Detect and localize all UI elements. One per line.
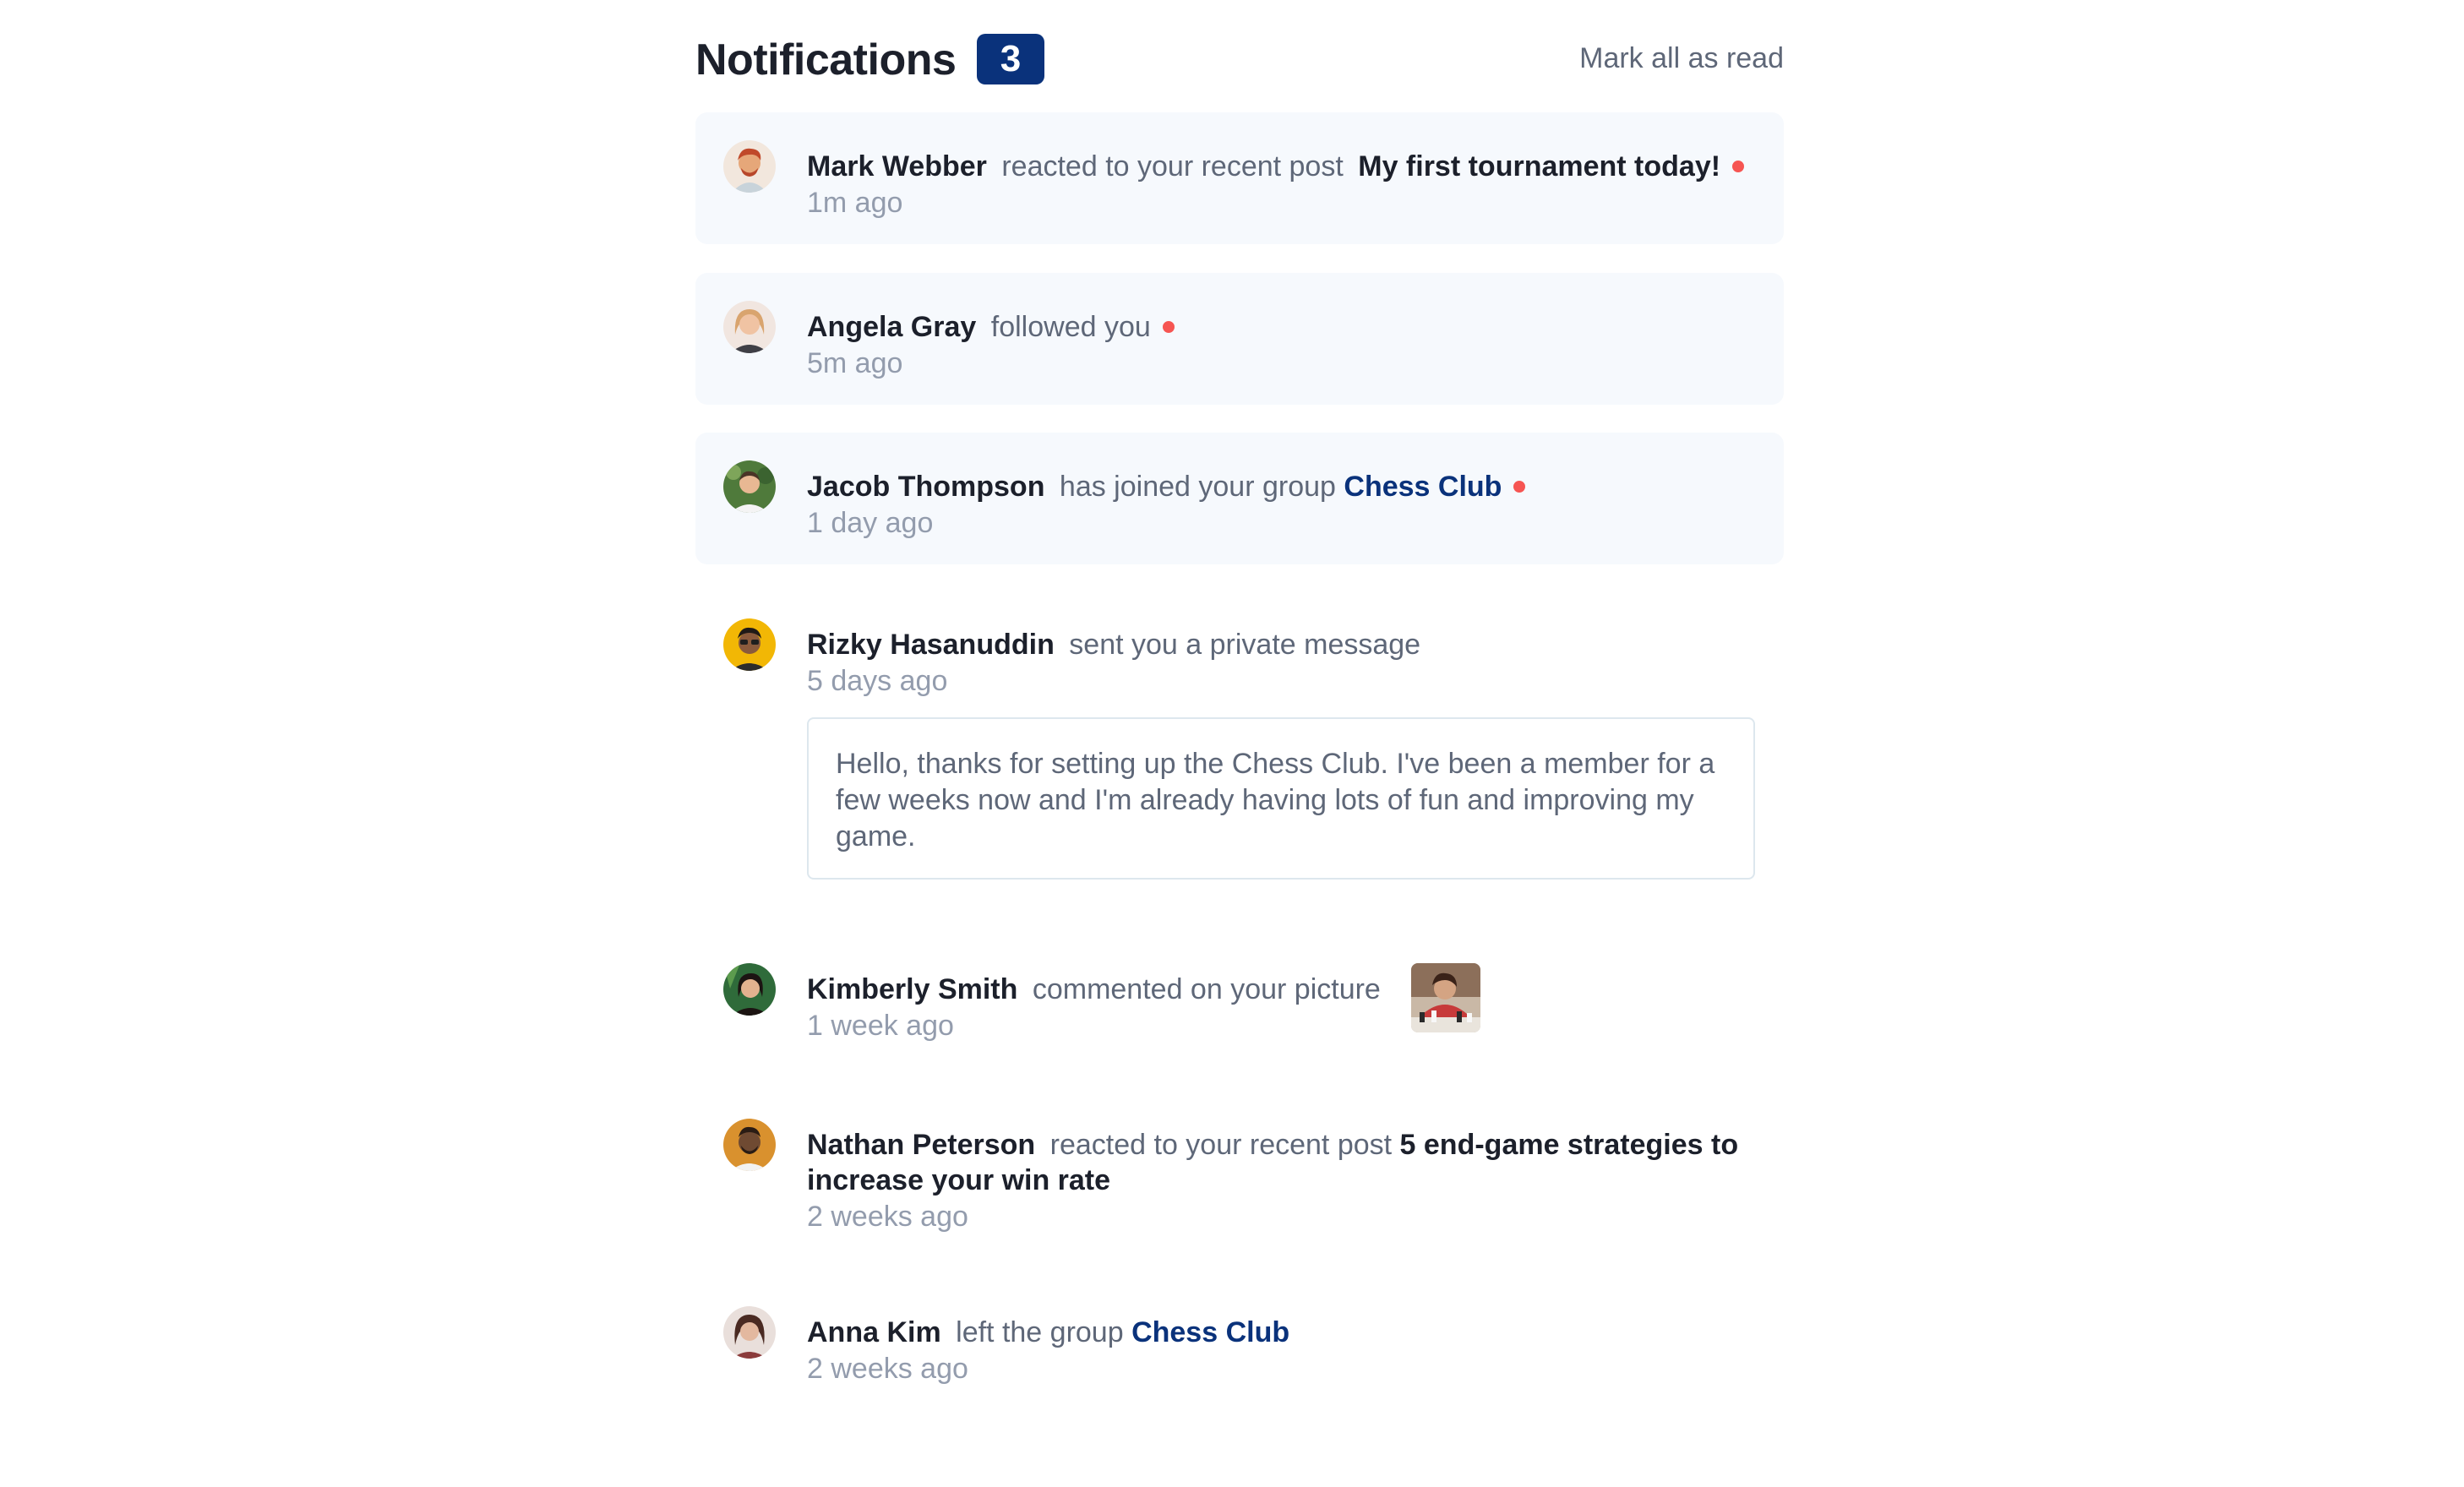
- user-name[interactable]: Mark Webber: [807, 150, 987, 182]
- notification-text: Mark Webber reacted to your recent post …: [807, 149, 1758, 184]
- notification-action: commented on your picture: [1032, 973, 1381, 1005]
- notification-content: Angela Gray followed you 5m ago: [807, 309, 1758, 381]
- user-name[interactable]: Anna Kim: [807, 1316, 941, 1348]
- notification-time: 1 day ago: [807, 507, 934, 539]
- notification-text: Angela Gray followed you: [807, 309, 1758, 345]
- notification-text: Nathan Peterson reacted to your recent p…: [807, 1127, 1758, 1198]
- avatar[interactable]: [723, 460, 776, 513]
- notification-action: reacted to your recent post: [1001, 150, 1344, 182]
- notification-content: Anna Kim left the group Chess Club 2 wee…: [807, 1315, 1758, 1386]
- avatar-kimberly-smith-icon: [723, 963, 776, 1016]
- avatar[interactable]: [723, 301, 776, 353]
- avatar-nathan-peterson-icon: [723, 1119, 776, 1171]
- avatar-angela-gray-icon: [723, 301, 776, 353]
- notification-time: 1m ago: [807, 187, 903, 219]
- notifications-header: Notifications 3 Mark all as read: [695, 32, 1784, 84]
- user-name[interactable]: Nathan Peterson: [807, 1129, 1035, 1161]
- notification-time: 5m ago: [807, 347, 903, 379]
- notification-item[interactable]: Angela Gray followed you 5m ago: [695, 273, 1784, 405]
- page-title: Notifications: [695, 35, 957, 84]
- unread-count-badge: 3: [977, 34, 1044, 84]
- notification-text: Jacob Thompson has joined your group Che…: [807, 469, 1758, 504]
- user-name[interactable]: Kimberly Smith: [807, 973, 1017, 1005]
- avatar-jacob-thompson-icon: [723, 460, 776, 513]
- user-name[interactable]: Angela Gray: [807, 311, 976, 343]
- user-name[interactable]: Jacob Thompson: [807, 471, 1044, 503]
- private-message[interactable]: Hello, thanks for setting up the Chess C…: [807, 717, 1755, 880]
- notification-action: left the group: [956, 1316, 1124, 1348]
- notification-action: has joined your group: [1059, 471, 1336, 503]
- notification-item[interactable]: Mark Webber reacted to your recent post …: [695, 112, 1784, 244]
- chess-picture-thumbnail[interactable]: [1411, 963, 1480, 1032]
- notification-item[interactable]: Anna Kim left the group Chess Club 2 wee…: [695, 1283, 1784, 1410]
- group-link[interactable]: Chess Club: [1344, 471, 1502, 503]
- notification-time: 2 weeks ago: [807, 1201, 968, 1233]
- notification-time: 5 days ago: [807, 665, 948, 697]
- notification-time: 1 week ago: [807, 1010, 954, 1042]
- notification-content: Rizky Hasanuddin sent you a private mess…: [807, 627, 1758, 699]
- unread-dot-icon: [1513, 481, 1526, 493]
- notification-time: 2 weeks ago: [807, 1353, 968, 1385]
- notification-action: reacted to your recent post: [1049, 1129, 1393, 1161]
- avatar-mark-webber-icon: [723, 140, 776, 193]
- notification-item[interactable]: Jacob Thompson has joined your group Che…: [695, 433, 1784, 564]
- notification-action: followed you: [990, 311, 1151, 343]
- notification-item[interactable]: Rizky Hasanuddin sent you a private mess…: [695, 593, 1784, 906]
- notification-text: Kimberly Smith commented on your picture: [807, 972, 1429, 1007]
- avatar[interactable]: [723, 1119, 776, 1171]
- picture-icon: [1411, 963, 1480, 1032]
- notification-content: Kimberly Smith commented on your picture…: [807, 972, 1429, 1043]
- avatar-rizky-hasanuddin-icon: [723, 618, 776, 671]
- mark-all-as-read-button[interactable]: Mark all as read: [1579, 42, 1784, 75]
- notification-content: Nathan Peterson reacted to your recent p…: [807, 1127, 1758, 1234]
- avatar[interactable]: [723, 140, 776, 193]
- unread-dot-icon: [1732, 161, 1745, 173]
- post-link[interactable]: My first tournament today!: [1358, 150, 1720, 182]
- notification-content: Jacob Thompson has joined your group Che…: [807, 469, 1758, 541]
- avatar-anna-kim-icon: [723, 1306, 776, 1359]
- notification-action: sent you a private message: [1069, 629, 1421, 661]
- notification-content: Mark Webber reacted to your recent post …: [807, 149, 1758, 221]
- user-name[interactable]: Rizky Hasanuddin: [807, 629, 1055, 661]
- avatar[interactable]: [723, 1306, 776, 1359]
- unread-dot-icon: [1162, 321, 1175, 334]
- notification-text: Anna Kim left the group Chess Club: [807, 1315, 1758, 1350]
- notification-item[interactable]: Kimberly Smith commented on your picture…: [695, 940, 1784, 1066]
- avatar[interactable]: [723, 618, 776, 671]
- avatar[interactable]: [723, 963, 776, 1016]
- notification-text: Rizky Hasanuddin sent you a private mess…: [807, 627, 1758, 662]
- group-link[interactable]: Chess Club: [1131, 1316, 1289, 1348]
- notification-item[interactable]: Nathan Peterson reacted to your recent p…: [695, 1095, 1784, 1256]
